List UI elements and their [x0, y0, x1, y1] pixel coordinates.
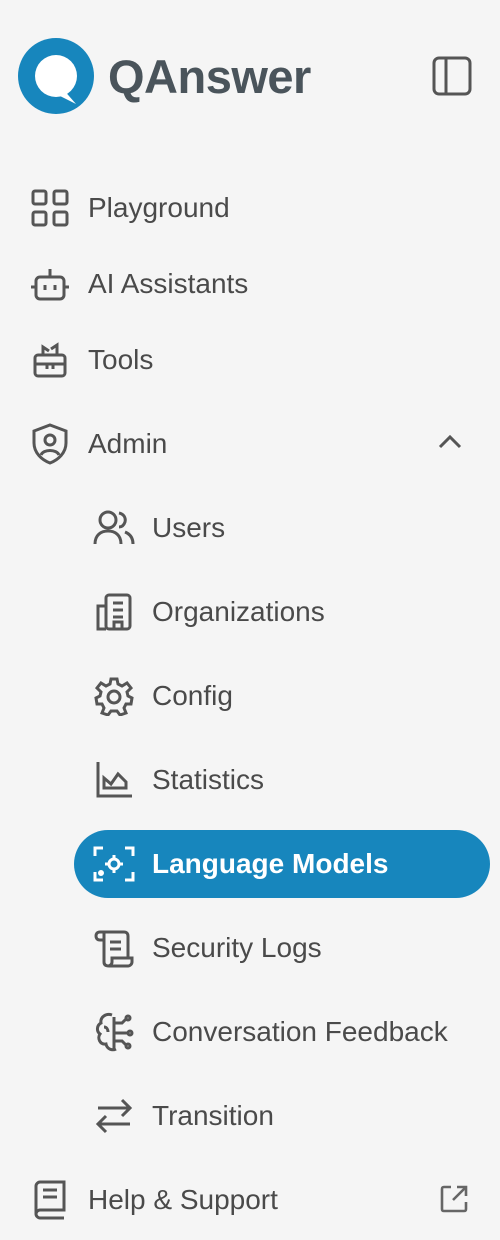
nav-item-tools[interactable]: Tools [28, 326, 153, 394]
gear-icon [92, 674, 136, 718]
brand-name: QAnswer [108, 49, 311, 103]
nav-item-label: Language Models [152, 848, 389, 879]
nav-item-ai-assistants[interactable]: AI Assistants [28, 250, 248, 318]
nav-item-label: Help & Support [88, 1184, 278, 1215]
nav-item-organizations[interactable]: Organizations [92, 578, 325, 646]
nav-item-label: AI Assistants [88, 268, 249, 299]
shield-user-icon [28, 422, 72, 466]
nav-item-label: Config [152, 680, 233, 711]
sidebar: QAnswer Playground AI Assistants Tools A… [0, 0, 500, 1240]
nav-item-statistics[interactable]: Statistics [92, 746, 264, 814]
nav-item-label: Tools [88, 344, 154, 375]
brand-logo[interactable]: QAnswer [16, 36, 311, 116]
nav-item-label: Security Logs [152, 932, 322, 963]
nav-item-label: Transition [152, 1100, 274, 1131]
brain-icon [92, 1010, 136, 1054]
robot-icon [28, 262, 72, 306]
nav-item-language-models[interactable]: Language Models [74, 830, 490, 898]
chevron-up-icon [438, 435, 462, 449]
scroll-icon [92, 926, 136, 970]
nav-item-help-support[interactable]: Help & Support [28, 1166, 278, 1234]
nav-item-users[interactable]: Users [92, 494, 225, 562]
chip-icon [92, 842, 136, 886]
nav-item-label: Admin [88, 428, 168, 459]
users-icon [92, 506, 136, 550]
nav-item-label: Users [152, 512, 226, 543]
grid-icon [28, 186, 72, 230]
nav-item-security-logs[interactable]: Security Logs [92, 914, 322, 982]
building-icon [92, 590, 136, 634]
arrows-swap-icon [92, 1094, 136, 1138]
nav-item-admin[interactable]: Admin [28, 410, 167, 478]
nav-item-label: Conversation Feedback [152, 1016, 448, 1047]
chart-icon [92, 758, 136, 802]
chat-bubble-logo-icon [16, 36, 96, 116]
help-external-link[interactable] [436, 1181, 472, 1217]
nav-item-conversation-feedback[interactable]: Conversation Feedback [92, 998, 448, 1066]
nav-item-playground[interactable]: Playground [28, 174, 230, 242]
nav-item-label: Organizations [152, 596, 325, 627]
book-icon [28, 1178, 72, 1222]
sidebar-toggle-button[interactable] [430, 54, 474, 98]
nav-item-transition[interactable]: Transition [92, 1082, 274, 1150]
toolbox-icon [28, 338, 72, 382]
nav-item-label: Statistics [152, 764, 265, 795]
nav-item-config[interactable]: Config [92, 662, 233, 730]
nav-item-label: Playground [88, 192, 230, 223]
admin-collapse-toggle[interactable] [430, 422, 470, 462]
external-link-icon [439, 1184, 469, 1214]
sidebar-toggle-icon [432, 56, 472, 96]
